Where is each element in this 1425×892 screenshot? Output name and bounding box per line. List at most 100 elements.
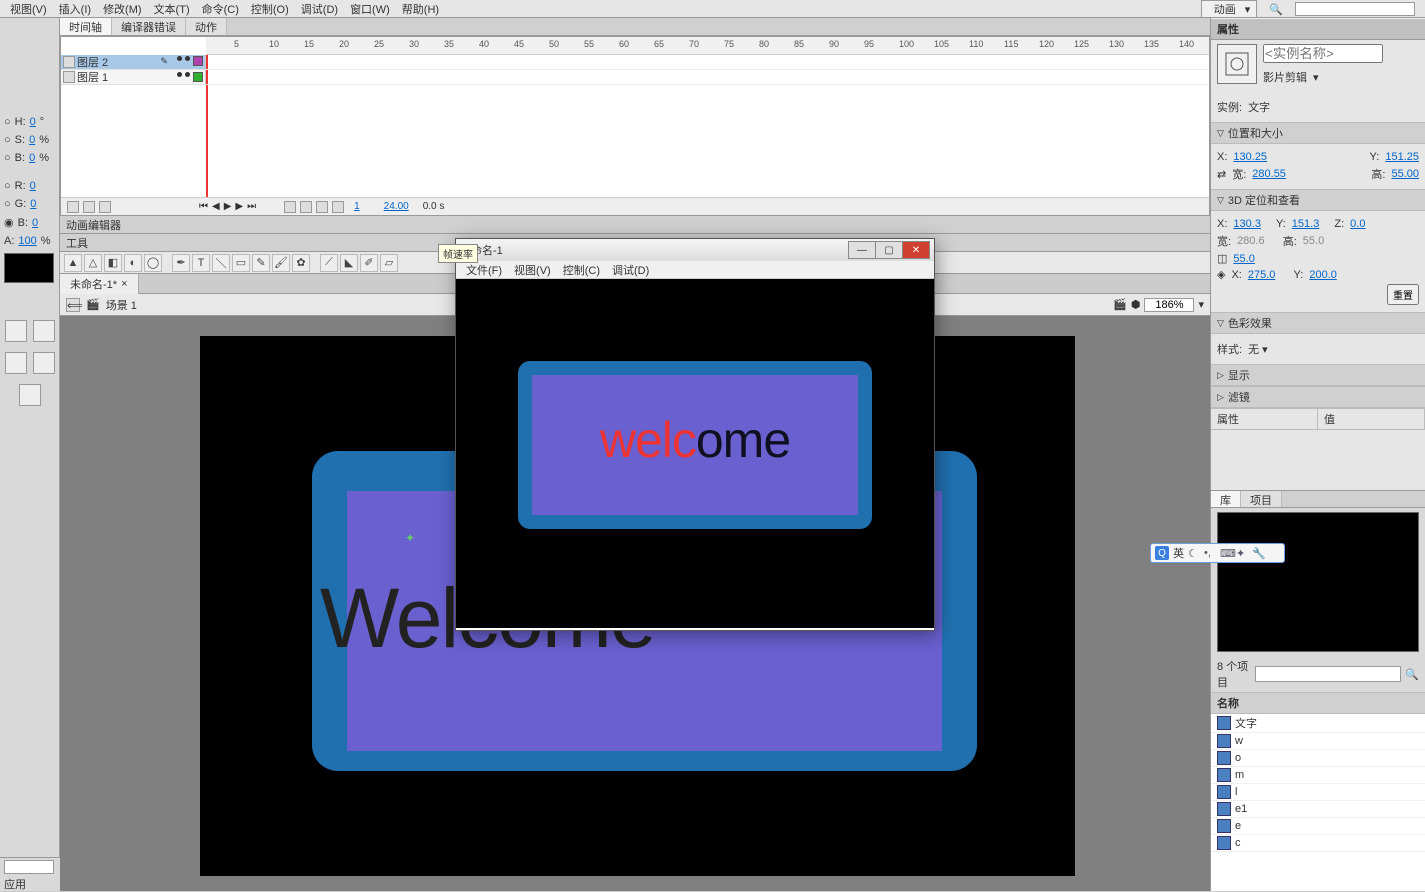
layer-row[interactable]: 图层 1 bbox=[61, 70, 205, 85]
color-r-value[interactable]: 0 bbox=[30, 180, 36, 192]
onion-skin-icon[interactable] bbox=[284, 201, 296, 213]
ime-lang[interactable]: 英 bbox=[1173, 545, 1184, 561]
align-left-icon[interactable] bbox=[5, 320, 27, 342]
color-a-value[interactable]: 100 bbox=[18, 235, 36, 247]
timeline-ruler[interactable]: 5101520253035404550556065707580859095100… bbox=[206, 37, 1209, 55]
search-input[interactable] bbox=[1295, 2, 1415, 16]
color-h-value[interactable]: 0 bbox=[30, 116, 36, 128]
popup-menu-view[interactable]: 视图(V) bbox=[508, 262, 557, 278]
close-icon[interactable]: × bbox=[121, 278, 127, 290]
dist-v-icon[interactable] bbox=[33, 352, 55, 374]
menu-insert[interactable]: 插入(I) bbox=[53, 0, 97, 18]
color-s-value[interactable]: 0 bbox=[29, 134, 35, 146]
section-filters[interactable]: 滤镜 bbox=[1228, 389, 1250, 405]
prop-y3[interactable]: 151.3 bbox=[1292, 218, 1320, 230]
layer-visible-icon[interactable] bbox=[177, 56, 182, 61]
edit-multiple-icon[interactable] bbox=[316, 201, 328, 213]
search-icon[interactable]: 🔍 bbox=[1405, 668, 1419, 681]
close-button[interactable]: ✕ bbox=[902, 241, 930, 259]
popup-menu-file[interactable]: 文件(F) bbox=[460, 262, 508, 278]
rectangle-tool[interactable]: ▭ bbox=[232, 254, 250, 272]
selection-tool[interactable]: ▲ bbox=[64, 254, 82, 272]
library-item[interactable]: o bbox=[1211, 750, 1425, 767]
tab-compiler-errors[interactable]: 编译器错误 bbox=[112, 18, 186, 35]
menu-view[interactable]: 视图(V) bbox=[4, 0, 53, 18]
menu-control[interactable]: 控制(O) bbox=[245, 0, 295, 18]
lock-icon[interactable]: ⇄ bbox=[1217, 168, 1226, 181]
prop-h[interactable]: 55.00 bbox=[1391, 168, 1419, 180]
library-item[interactable]: w bbox=[1211, 733, 1425, 750]
maximize-button[interactable]: ▢ bbox=[875, 241, 903, 259]
pen-tool[interactable]: ✒ bbox=[172, 254, 190, 272]
goto-last-icon[interactable]: ⏭ bbox=[247, 201, 256, 212]
ime-skin-icon[interactable]: ✦ bbox=[1236, 547, 1248, 559]
timeline-frames[interactable] bbox=[206, 55, 1209, 197]
align-right-icon[interactable] bbox=[33, 320, 55, 342]
section-3d[interactable]: 3D 定位和查看 bbox=[1228, 192, 1300, 208]
tab-actions[interactable]: 动作 bbox=[186, 18, 227, 35]
style-dropdown[interactable]: 无 ▾ bbox=[1248, 341, 1268, 357]
layer-visible-icon[interactable] bbox=[177, 72, 182, 77]
ime-punct-icon[interactable]: •, bbox=[1204, 547, 1216, 559]
layer-color-swatch[interactable] bbox=[193, 72, 203, 82]
instance-name-input[interactable] bbox=[1263, 44, 1383, 63]
play-icon[interactable]: ▶ bbox=[224, 201, 232, 212]
popup-menu-debug[interactable]: 调试(D) bbox=[606, 262, 655, 278]
goto-first-icon[interactable]: ⏮ bbox=[199, 201, 208, 212]
chevron-down-icon[interactable]: ▾ bbox=[1313, 71, 1319, 84]
color-b-value[interactable]: 0 bbox=[32, 217, 38, 229]
ime-moon-icon[interactable]: ☾ bbox=[1188, 547, 1200, 559]
free-transform-tool[interactable]: ◧ bbox=[104, 254, 122, 272]
edit-symbol-icon[interactable]: ⬢ bbox=[1131, 298, 1141, 311]
library-list[interactable]: 文字womle1ec bbox=[1211, 714, 1425, 891]
zoom-input[interactable] bbox=[1144, 298, 1194, 312]
library-item[interactable]: c bbox=[1211, 835, 1425, 852]
prop-y[interactable]: 151.25 bbox=[1385, 151, 1419, 163]
dist-h-icon[interactable] bbox=[5, 352, 27, 374]
step-back-icon[interactable]: ◀ bbox=[212, 201, 220, 212]
ime-keyboard-icon[interactable]: ⌨ bbox=[1220, 547, 1232, 559]
bone-tool[interactable]: ⟋ bbox=[320, 254, 338, 272]
layer-color-swatch[interactable] bbox=[193, 56, 203, 66]
section-display[interactable]: 显示 bbox=[1228, 367, 1250, 383]
back-button[interactable]: ⟸ bbox=[66, 298, 80, 312]
document-tab[interactable]: 未命名-1*× bbox=[60, 274, 139, 294]
minimize-button[interactable]: — bbox=[848, 241, 876, 259]
current-frame[interactable]: 1 bbox=[354, 201, 360, 212]
step-fwd-icon[interactable]: ▶ bbox=[235, 201, 243, 212]
tab-timeline[interactable]: 时间轴 bbox=[60, 18, 112, 35]
instance-of-value[interactable]: 文字 bbox=[1248, 99, 1270, 115]
align-stage-icon[interactable] bbox=[19, 384, 41, 406]
ime-toolbar[interactable]: Q 英 ☾ •, ⌨ ✦ 🔧 bbox=[1150, 543, 1285, 563]
eyedropper-tool[interactable]: ✐ bbox=[360, 254, 378, 272]
menu-window[interactable]: 窗口(W) bbox=[344, 0, 396, 18]
menu-modify[interactable]: 修改(M) bbox=[97, 0, 148, 18]
color-br-value[interactable]: 0 bbox=[29, 152, 35, 164]
prop-vpx[interactable]: 275.0 bbox=[1248, 269, 1276, 281]
library-search-input[interactable] bbox=[1255, 666, 1401, 682]
instance-type[interactable]: 影片剪辑 bbox=[1263, 69, 1307, 85]
scene-name[interactable]: 场景 1 bbox=[106, 297, 137, 313]
library-item[interactable]: 文字 bbox=[1211, 714, 1425, 733]
subselection-tool[interactable]: △ bbox=[84, 254, 102, 272]
menu-command[interactable]: 命令(C) bbox=[196, 0, 245, 18]
popup-menu-control[interactable]: 控制(C) bbox=[557, 262, 606, 278]
layer-row[interactable]: 图层 2 ✎ bbox=[61, 55, 205, 70]
modify-markers-icon[interactable] bbox=[332, 201, 344, 213]
swf-preview-window[interactable]: 未命名-1 — ▢ ✕ 文件(F) 视图(V) 控制(C) 调试(D) welc… bbox=[455, 238, 935, 631]
animation-editor-tab[interactable]: 动画编辑器 bbox=[60, 216, 1210, 234]
bottom-input[interactable] bbox=[4, 860, 54, 874]
ime-settings-icon[interactable]: 🔧 bbox=[1252, 547, 1264, 559]
edit-scene-icon[interactable]: 🎬 bbox=[1113, 298, 1127, 311]
pencil-icon[interactable]: ✎ bbox=[160, 56, 168, 68]
zoom-dropdown-icon[interactable]: ▾ bbox=[1198, 298, 1204, 311]
library-item[interactable]: e bbox=[1211, 818, 1425, 835]
paint-bucket-tool[interactable]: ◣ bbox=[340, 254, 358, 272]
new-layer-button[interactable] bbox=[67, 201, 79, 213]
layer-lock-icon[interactable] bbox=[185, 72, 190, 77]
3d-rotation-tool[interactable]: ◐ bbox=[124, 254, 142, 272]
eraser-tool[interactable]: ▱ bbox=[380, 254, 398, 272]
prop-w[interactable]: 280.55 bbox=[1252, 168, 1286, 180]
library-item[interactable]: l bbox=[1211, 784, 1425, 801]
fps-value[interactable]: 24.00 bbox=[384, 201, 409, 212]
